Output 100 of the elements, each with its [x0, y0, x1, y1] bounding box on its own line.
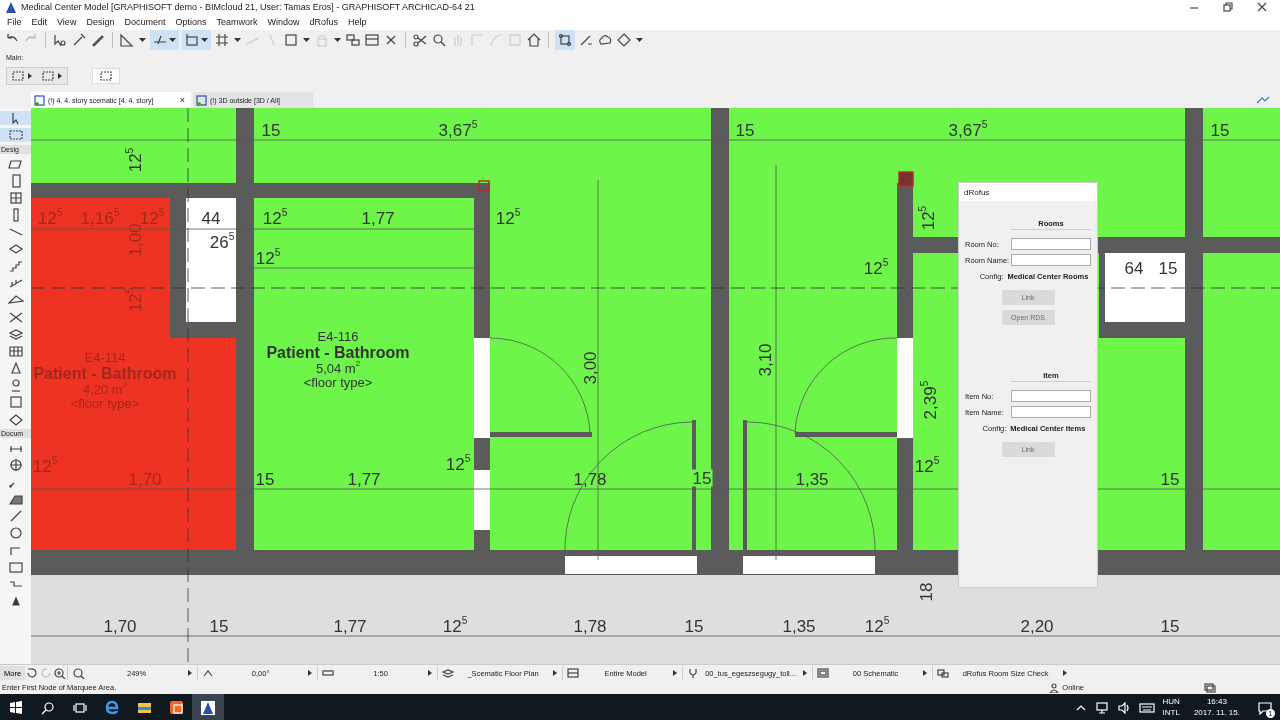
marquee-button[interactable]	[92, 68, 120, 84]
dimension-label: 12$^{5}$	[262, 209, 288, 227]
table-icon[interactable]	[364, 32, 380, 48]
window-title: Medical Center Model [GRAPHISOFT demo - BIMcloud 21, User: Tamas Eros] - GRAPHISOFT ARCHICAD-64 21	[21, 2, 475, 12]
level-icon[interactable]	[7, 458, 24, 472]
room-area: 5,04 m$^{2}$	[315, 361, 361, 376]
menu-item[interactable]: Edit	[26, 17, 53, 27]
menu-item[interactable]: Document	[119, 17, 171, 27]
navigator-icon[interactable]	[1256, 94, 1270, 106]
restore-icon[interactable]	[1222, 1, 1234, 13]
caret-icon	[168, 35, 177, 45]
input-field[interactable]	[1011, 406, 1091, 418]
menu-item[interactable]: Options	[170, 17, 212, 27]
window-icon[interactable]	[7, 191, 24, 205]
dimension-label: 12$^{5}$	[495, 209, 521, 227]
notification-icon[interactable]	[1258, 700, 1272, 715]
stack-icon[interactable]	[345, 32, 361, 48]
zoom-icon[interactable]	[72, 667, 87, 679]
panel-title: dRofus	[959, 183, 1097, 201]
app-icon[interactable]	[200, 699, 216, 716]
dimension-label: 3,67$^{5}$	[948, 121, 988, 139]
zoom-in-icon[interactable]	[53, 667, 68, 679]
node-marker	[898, 171, 914, 187]
diamond-icon[interactable]	[616, 32, 632, 48]
menu-item[interactable]: Help	[343, 17, 372, 27]
triangle-ruler-icon[interactable]	[119, 32, 135, 48]
clock-date[interactable]: 2017. 11. 15.	[1193, 707, 1240, 718]
fill-icon[interactable]	[7, 492, 24, 506]
room-number: E4-116	[317, 329, 359, 345]
input-field[interactable]	[1011, 238, 1091, 250]
input-field[interactable]	[1011, 390, 1091, 402]
menu-item[interactable]: View	[52, 17, 82, 27]
square-icon[interactable]	[283, 32, 299, 48]
menu-item[interactable]: dRofus	[304, 17, 344, 27]
speaker-icon[interactable]	[1116, 700, 1131, 715]
house-icon[interactable]	[526, 32, 542, 48]
caret-icon	[672, 668, 679, 678]
eyedropper-icon[interactable]	[71, 32, 87, 48]
close-icon[interactable]	[1256, 1, 1268, 13]
keyboard-icon[interactable]	[1138, 700, 1155, 715]
undo-zoom-icon[interactable]	[25, 667, 40, 679]
caret-icon	[233, 35, 242, 45]
model-filter-icon	[567, 668, 580, 678]
caret-icon	[27, 71, 33, 81]
room-area: 4,20 m$^{2}$	[82, 382, 128, 397]
caret-icon	[427, 668, 434, 678]
caret-icon	[635, 35, 644, 45]
magnifier-icon[interactable]	[431, 32, 447, 48]
caret-icon	[552, 668, 559, 678]
marquee-icon[interactable]	[7, 128, 24, 142]
task-view-icon[interactable]	[73, 700, 87, 715]
marquee-icon	[99, 70, 113, 82]
grid-icon[interactable]	[214, 32, 230, 48]
menu-item[interactable]: File	[2, 17, 27, 27]
ruler-icon	[322, 668, 335, 678]
shell-icon[interactable]	[7, 310, 24, 324]
menu-item[interactable]: Design	[81, 17, 120, 27]
dimension-label: 12$^{5}$	[445, 455, 471, 473]
caret-icon	[200, 35, 209, 45]
pointer-icon[interactable]	[52, 32, 68, 48]
dimension-label: 12$^{5}$	[32, 457, 58, 475]
dimension-label: 15	[1160, 617, 1180, 635]
stair-icon[interactable]	[7, 259, 24, 273]
input-field[interactable]	[1011, 254, 1091, 266]
dimension-label: 1,77	[333, 617, 367, 635]
menu-item[interactable]: Window	[262, 17, 305, 27]
nodes-icon[interactable]	[557, 32, 573, 48]
keyboard-layout[interactable]: INTL	[1162, 707, 1180, 718]
mesh-icon[interactable]	[7, 412, 24, 426]
cloud-icon[interactable]	[597, 32, 613, 48]
node-marker	[478, 180, 490, 192]
roof-icon[interactable]	[7, 293, 24, 307]
menu-item[interactable]: Teamwork	[211, 17, 263, 27]
network-icon[interactable]	[1094, 700, 1109, 715]
parallelogram-icon[interactable]	[7, 157, 24, 171]
view-icon	[817, 668, 830, 678]
caret-icon	[802, 668, 809, 678]
caret-icon	[302, 35, 311, 45]
scissors-icon[interactable]	[412, 32, 428, 48]
app-icon[interactable]	[168, 700, 184, 715]
circle-icon[interactable]	[7, 526, 24, 540]
dimension-label: 44	[201, 209, 221, 227]
slab-icon[interactable]	[7, 242, 24, 256]
dimension-label: 15	[691, 469, 713, 487]
dimension-label: 15	[261, 121, 281, 139]
grid-snap-icon[interactable]	[184, 32, 200, 48]
folder-icon[interactable]	[136, 700, 152, 715]
input-language[interactable]: HUN	[1162, 697, 1180, 708]
dimension-label: 12$^{5}$	[255, 249, 281, 267]
layers-icon[interactable]	[7, 327, 24, 341]
clock-time[interactable]: 16:43	[1206, 697, 1227, 708]
search-icon[interactable]	[41, 700, 55, 715]
marquee-icon	[41, 70, 55, 82]
drawing-icon[interactable]	[7, 560, 24, 574]
grid-icon[interactable]	[7, 344, 24, 358]
browser-icon[interactable]	[105, 700, 119, 715]
close-tab-button[interactable]: ×	[179, 95, 185, 105]
windows-icon[interactable]	[1204, 682, 1216, 693]
windows-logo-icon[interactable]	[9, 700, 23, 715]
pen-icon	[687, 668, 700, 678]
